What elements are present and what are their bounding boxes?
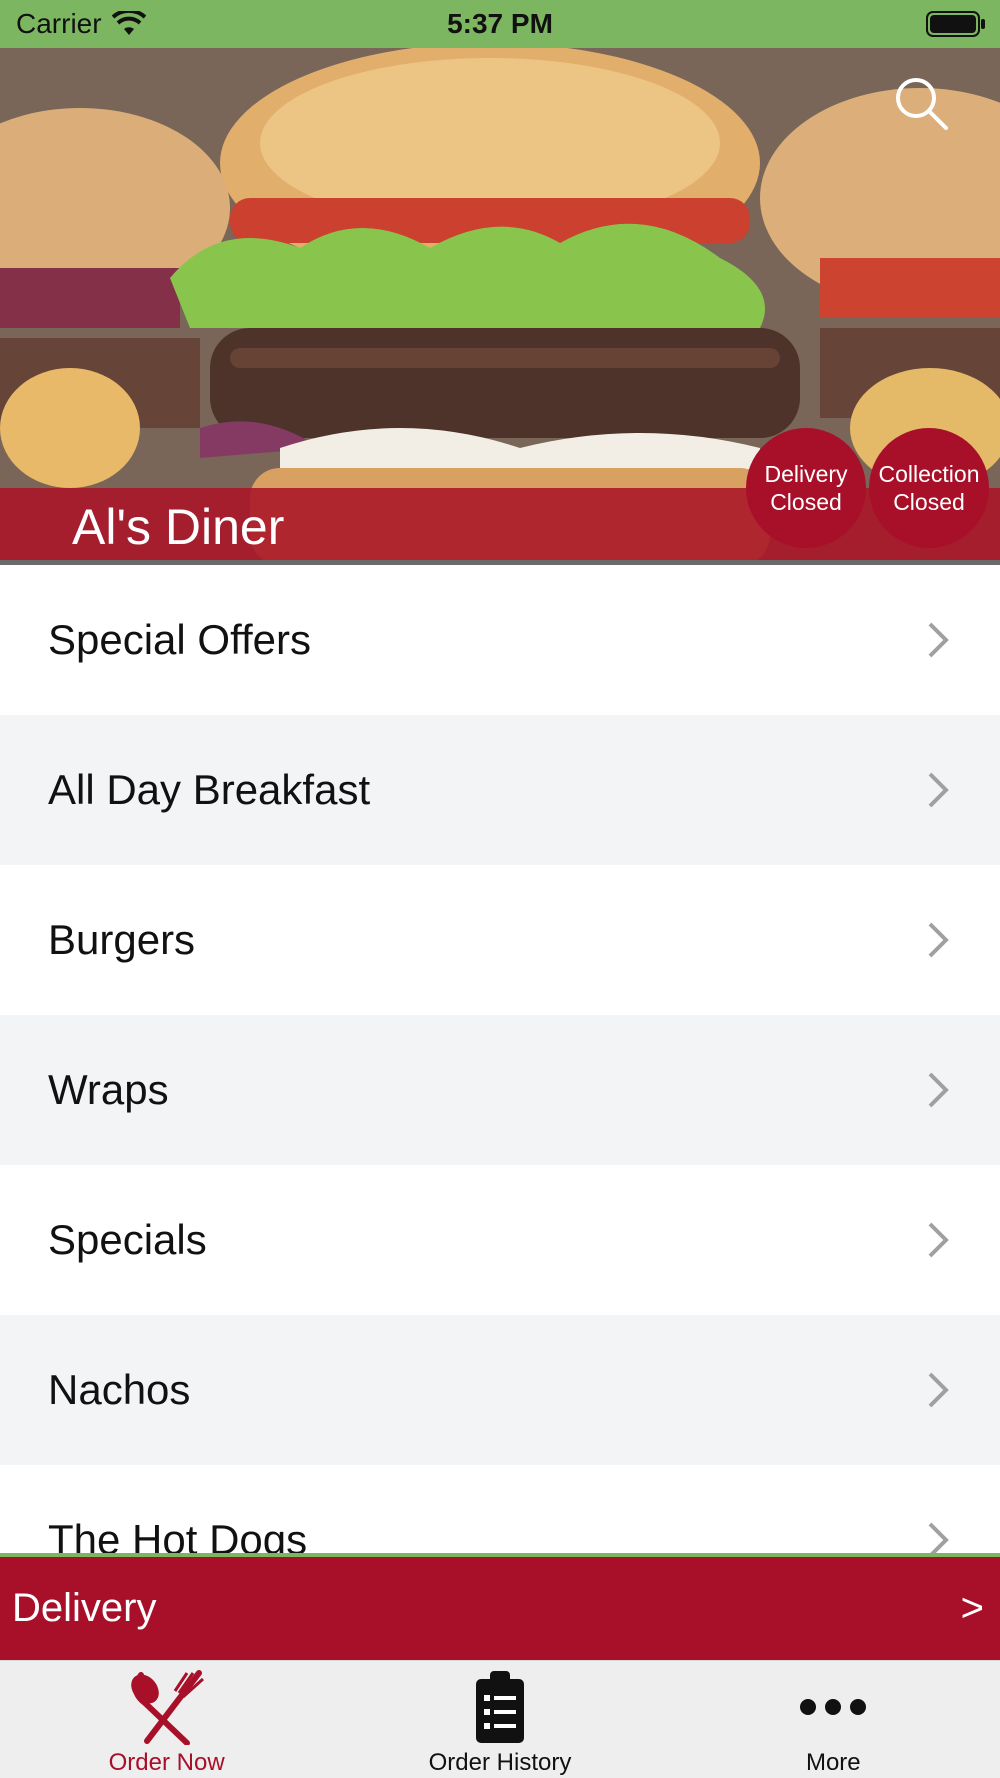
clipboard-icon <box>475 1671 524 1743</box>
chevron-right-icon <box>928 1222 949 1258</box>
delivery-badge-line2: Closed <box>770 489 842 515</box>
clock: 5:37 PM <box>447 8 553 39</box>
menu-item-label: Nachos <box>48 1366 191 1413</box>
tab-label: Order Now <box>108 1749 225 1776</box>
restaurant-name: Al's Diner <box>72 499 285 555</box>
chevron-right-icon <box>928 772 949 808</box>
tab-label: More <box>805 1749 861 1776</box>
collection-status-badge: Collection Closed <box>869 428 989 548</box>
menu-category-list: Special Offers All Day Breakfast Burgers… <box>0 565 1000 1555</box>
delivery-badge-line1: Delivery <box>764 461 848 487</box>
menu-item-nachos[interactable]: Nachos <box>0 1315 1000 1465</box>
tab-order-now[interactable]: Order Now <box>0 1661 333 1778</box>
order-type-selector[interactable]: Delivery > <box>0 1557 1000 1660</box>
menu-item-label: Burgers <box>48 916 196 963</box>
collection-badge-line2: Closed <box>893 489 965 515</box>
menu-item-wraps[interactable]: Wraps <box>0 1015 1000 1165</box>
menu-item-label: All Day Breakfast <box>48 766 371 813</box>
more-dots-icon <box>800 1699 867 1715</box>
menu-item-the-hot-dogs[interactable]: The Hot Dogs <box>0 1465 1000 1555</box>
menu-item-all-day-breakfast[interactable]: All Day Breakfast <box>0 715 1000 865</box>
tab-more[interactable]: More <box>667 1661 1000 1778</box>
menu-item-special-offers[interactable]: Special Offers <box>0 565 1000 715</box>
delivery-status-badge: Delivery Closed <box>746 428 866 548</box>
menu-item-label: The Hot Dogs <box>48 1516 308 1555</box>
chevron-right-icon <box>928 922 949 958</box>
collection-badge-line1: Collection <box>878 461 980 487</box>
tab-label: Order History <box>428 1749 572 1776</box>
chevron-right-icon <box>928 1072 949 1108</box>
order-type-label: Delivery <box>12 1586 157 1630</box>
menu-item-burgers[interactable]: Burgers <box>0 865 1000 1015</box>
battery-icon <box>926 11 985 37</box>
bottom-tab-bar: Order Now Order History More <box>0 1660 1000 1778</box>
chevron-right-icon <box>928 1522 949 1555</box>
fork-knife-icon <box>130 1670 204 1745</box>
search-icon[interactable] <box>894 76 950 132</box>
restaurant-banner: Al's Diner Delivery Closed Collection Cl… <box>0 48 1000 565</box>
menu-item-specials[interactable]: Specials <box>0 1165 1000 1315</box>
order-type-arrow: > <box>960 1586 984 1630</box>
status-bar: Carrier 5:37 PM <box>0 0 1000 48</box>
menu-item-label: Special Offers <box>48 616 312 663</box>
menu-item-label: Wraps <box>48 1066 169 1113</box>
chevron-right-icon <box>928 622 949 658</box>
chevron-right-icon <box>928 1372 949 1408</box>
menu-item-label: Specials <box>48 1216 207 1263</box>
tab-order-history[interactable]: Order History <box>333 1661 666 1778</box>
